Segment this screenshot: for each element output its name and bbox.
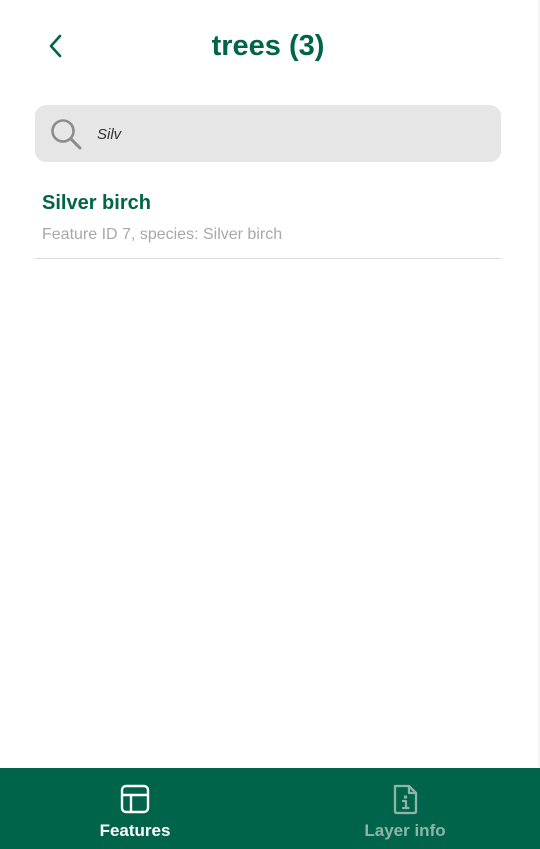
- search-icon: [51, 119, 82, 150]
- search-input[interactable]: [97, 115, 487, 153]
- tab-label: Features: [99, 821, 171, 840]
- tab-label: Layer info: [364, 821, 446, 840]
- info-file-icon: [393, 784, 418, 815]
- feature-list: Silver birch Feature ID 7, species: Silv…: [35, 180, 501, 259]
- tab-layer-info[interactable]: Layer info: [270, 768, 540, 849]
- feature-description: Feature ID 7, species: Silver birch: [42, 226, 283, 243]
- feature-title: Silver birch: [42, 192, 151, 214]
- table-icon: [120, 784, 150, 814]
- tab-features[interactable]: Features: [0, 768, 270, 849]
- bottom-navigation: Features Layer info: [0, 768, 540, 849]
- page-title: trees (3): [211, 30, 325, 62]
- header: trees (3): [0, 0, 540, 92]
- list-item[interactable]: Silver birch Feature ID 7, species: Silv…: [35, 180, 501, 259]
- search-bar[interactable]: [35, 105, 501, 162]
